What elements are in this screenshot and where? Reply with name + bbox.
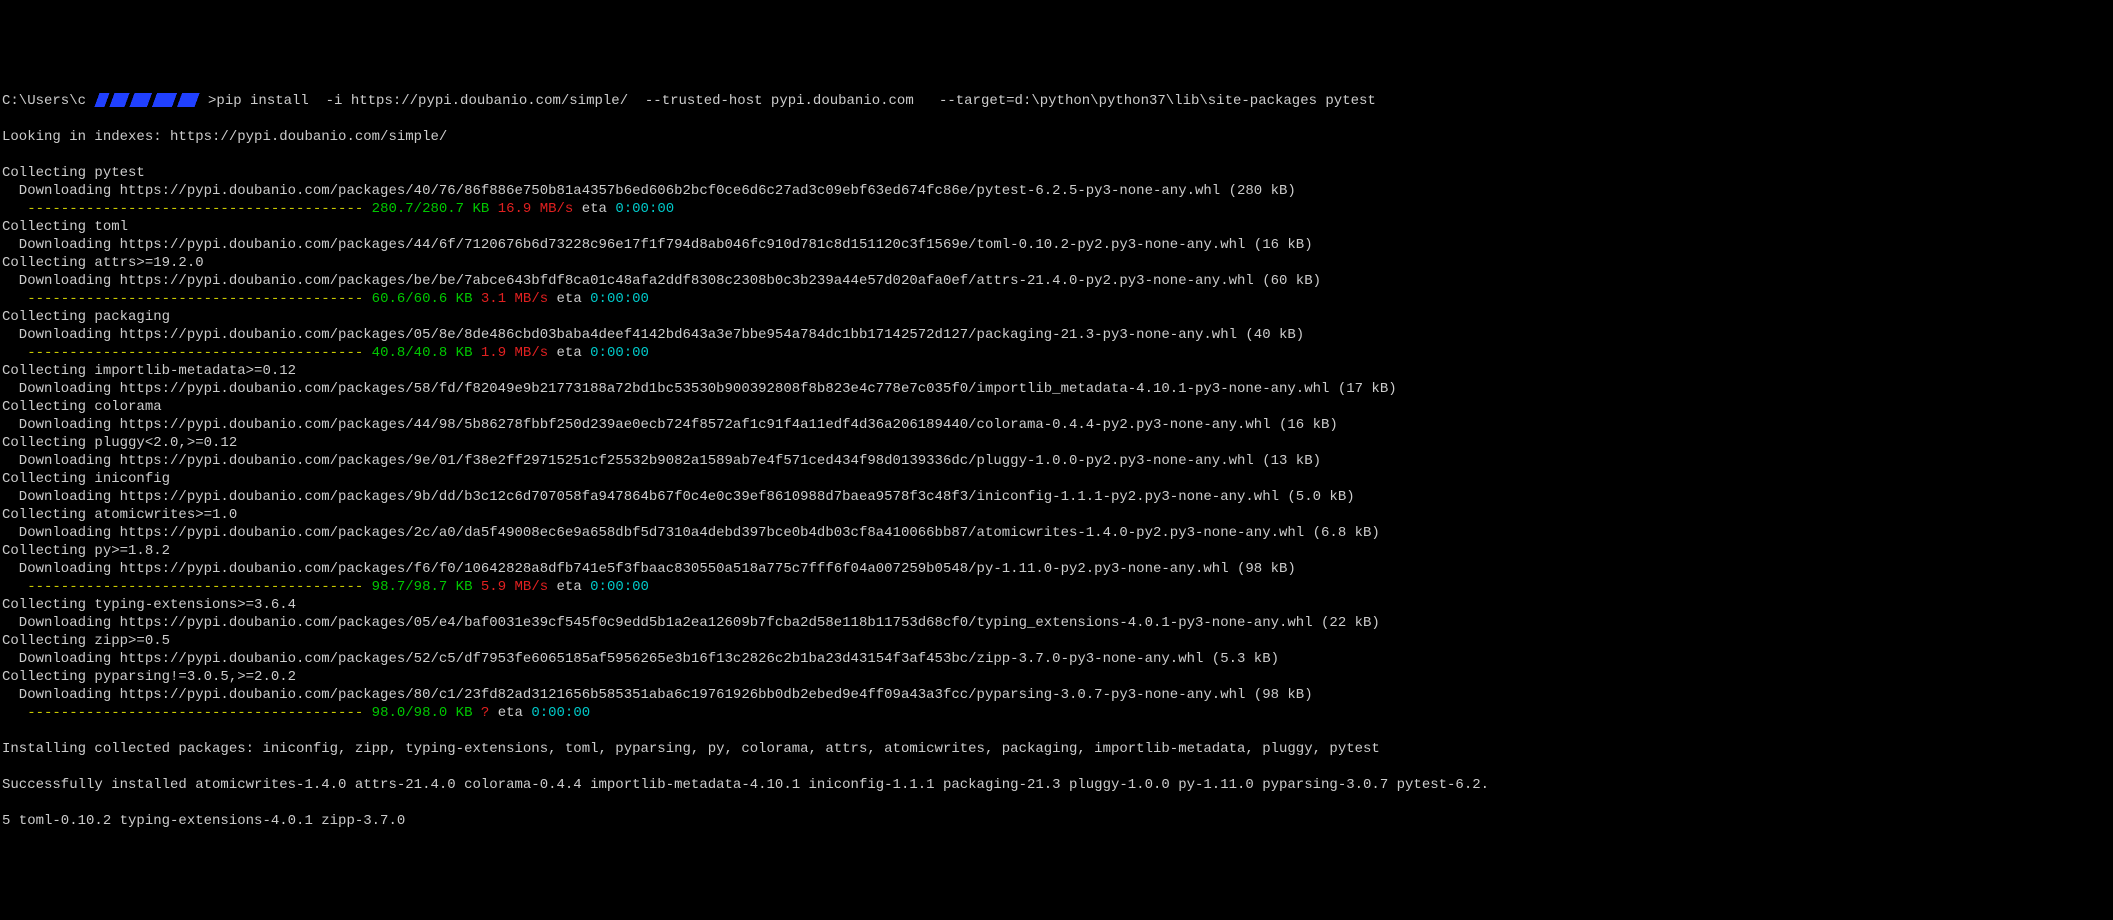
downloading-line: Downloading https://pypi.doubanio.com/pa…	[2, 488, 2113, 506]
progress-eta-label: eta	[548, 345, 590, 361]
progress-speed: 16.9 MB/s	[498, 201, 574, 217]
collecting-line: Collecting pluggy<2.0,>=0.12	[2, 434, 2113, 452]
downloading-line: Downloading https://pypi.doubanio.com/pa…	[2, 560, 2113, 578]
progress-eta: 0:00:00	[590, 291, 649, 307]
prompt-line[interactable]: C:\Users\c>pip install -i https://pypi.d…	[2, 92, 2113, 110]
command-text: pip install -i https://pypi.doubanio.com…	[216, 93, 1375, 109]
progress-eta: 0:00:00	[531, 705, 590, 721]
progress-bar-dashes: ----------------------------------------	[2, 291, 372, 307]
progress-bar-dashes: ----------------------------------------	[2, 345, 372, 361]
collecting-line: Collecting attrs>=19.2.0	[2, 254, 2113, 272]
progress-speed: 5.9 MB/s	[481, 579, 548, 595]
downloading-line: Downloading https://pypi.doubanio.com/pa…	[2, 236, 2113, 254]
progress-eta-label: eta	[573, 201, 615, 217]
downloading-line: Downloading https://pypi.doubanio.com/pa…	[2, 416, 2113, 434]
collecting-line: Collecting packaging	[2, 308, 2113, 326]
success-line-1: Successfully installed atomicwrites-1.4.…	[2, 776, 2113, 794]
downloading-line: Downloading https://pypi.doubanio.com/pa…	[2, 272, 2113, 290]
indexes-line: Looking in indexes: https://pypi.doubani…	[2, 128, 2113, 146]
collecting-line: Collecting typing-extensions>=3.6.4	[2, 596, 2113, 614]
collecting-line: Collecting zipp>=0.5	[2, 632, 2113, 650]
downloading-line: Downloading https://pypi.doubanio.com/pa…	[2, 524, 2113, 542]
progress-bar-dashes: ----------------------------------------	[2, 201, 372, 217]
downloading-line: Downloading https://pypi.doubanio.com/pa…	[2, 650, 2113, 668]
progress-speed: 1.9 MB/s	[481, 345, 548, 361]
downloading-line: Downloading https://pypi.doubanio.com/pa…	[2, 326, 2113, 344]
progress-line: ----------------------------------------…	[2, 344, 2113, 362]
progress-eta: 0:00:00	[615, 201, 674, 217]
collecting-line: Collecting colorama	[2, 398, 2113, 416]
downloading-line: Downloading https://pypi.doubanio.com/pa…	[2, 686, 2113, 704]
progress-bar-dashes: ----------------------------------------	[2, 705, 372, 721]
progress-line: ----------------------------------------…	[2, 578, 2113, 596]
collecting-line: Collecting toml	[2, 218, 2113, 236]
collecting-line: Collecting pytest	[2, 164, 2113, 182]
progress-eta: 0:00:00	[590, 345, 649, 361]
progress-bar-dashes: ----------------------------------------	[2, 579, 372, 595]
progress-speed: 3.1 MB/s	[481, 291, 548, 307]
progress-line: ----------------------------------------…	[2, 200, 2113, 218]
progress-line: ----------------------------------------…	[2, 290, 2113, 308]
prompt-prefix: C:\Users\c	[2, 93, 86, 109]
downloading-line: Downloading https://pypi.doubanio.com/pa…	[2, 380, 2113, 398]
progress-eta: 0:00:00	[590, 579, 649, 595]
downloading-line: Downloading https://pypi.doubanio.com/pa…	[2, 452, 2113, 470]
success-line-2: 5 toml-0.10.2 typing-extensions-4.0.1 zi…	[2, 812, 2113, 830]
collecting-line: Collecting py>=1.8.2	[2, 542, 2113, 560]
progress-eta-label: eta	[489, 705, 531, 721]
progress-size: 280.7/280.7 KB	[372, 201, 490, 217]
collecting-line: Collecting importlib-metadata>=0.12	[2, 362, 2113, 380]
collecting-line: Collecting pyparsing!=3.0.5,>=2.0.2	[2, 668, 2113, 686]
collecting-line: Collecting iniconfig	[2, 470, 2113, 488]
downloading-line: Downloading https://pypi.doubanio.com/pa…	[2, 182, 2113, 200]
progress-size: 40.8/40.8 KB	[372, 345, 473, 361]
downloading-line: Downloading https://pypi.doubanio.com/pa…	[2, 614, 2113, 632]
progress-size: 98.0/98.0 KB	[372, 705, 473, 721]
progress-size: 60.6/60.6 KB	[372, 291, 473, 307]
progress-size: 98.7/98.7 KB	[372, 579, 473, 595]
progress-line: ----------------------------------------…	[2, 704, 2113, 722]
redacted-username-scribble	[87, 93, 207, 107]
terminal-output: C:\Users\c>pip install -i https://pypi.d…	[0, 72, 2113, 848]
progress-eta-label: eta	[548, 291, 590, 307]
progress-eta-label: eta	[548, 579, 590, 595]
collecting-line: Collecting atomicwrites>=1.0	[2, 506, 2113, 524]
installing-line: Installing collected packages: iniconfig…	[2, 740, 2113, 758]
